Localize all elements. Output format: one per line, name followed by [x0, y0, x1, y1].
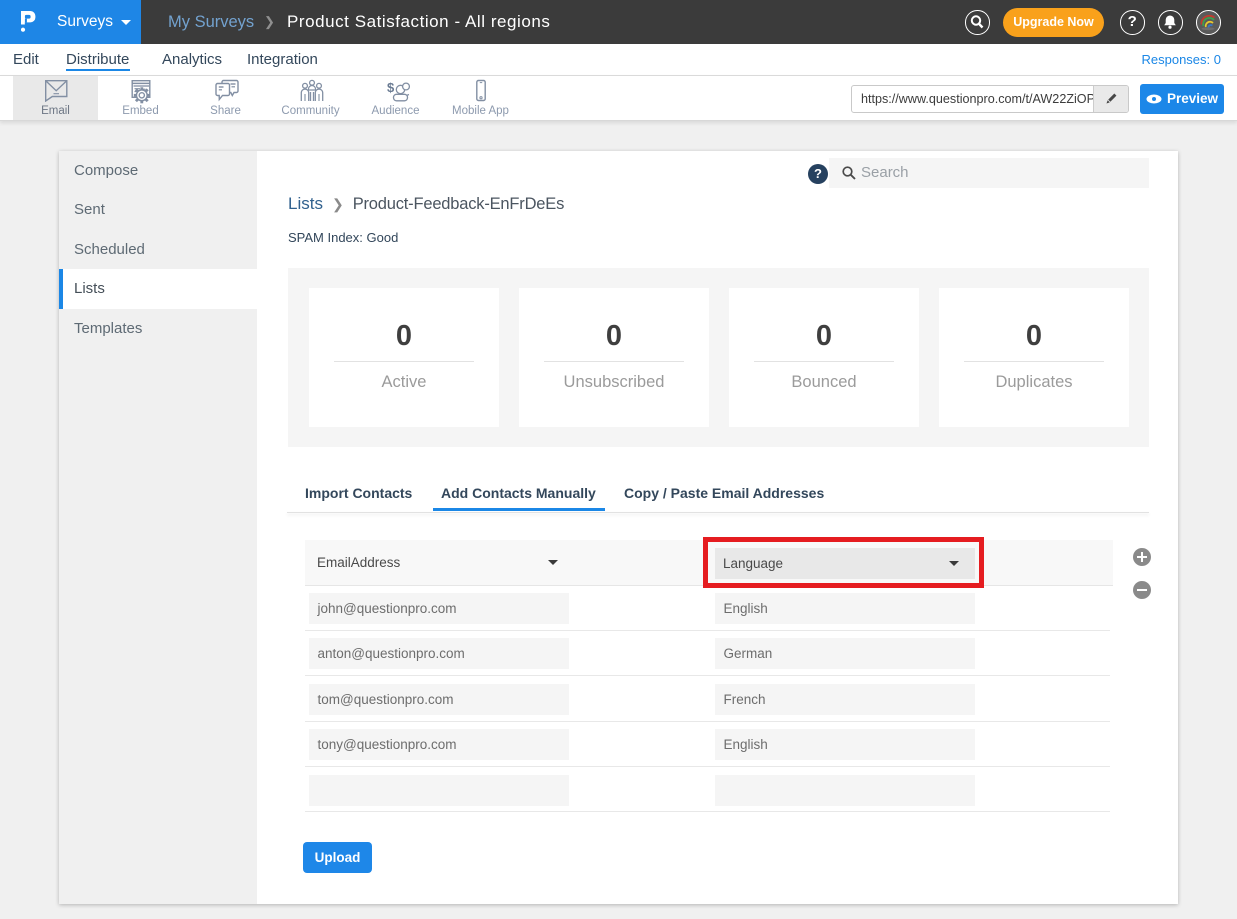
svg-text:$: $ [387, 80, 395, 95]
